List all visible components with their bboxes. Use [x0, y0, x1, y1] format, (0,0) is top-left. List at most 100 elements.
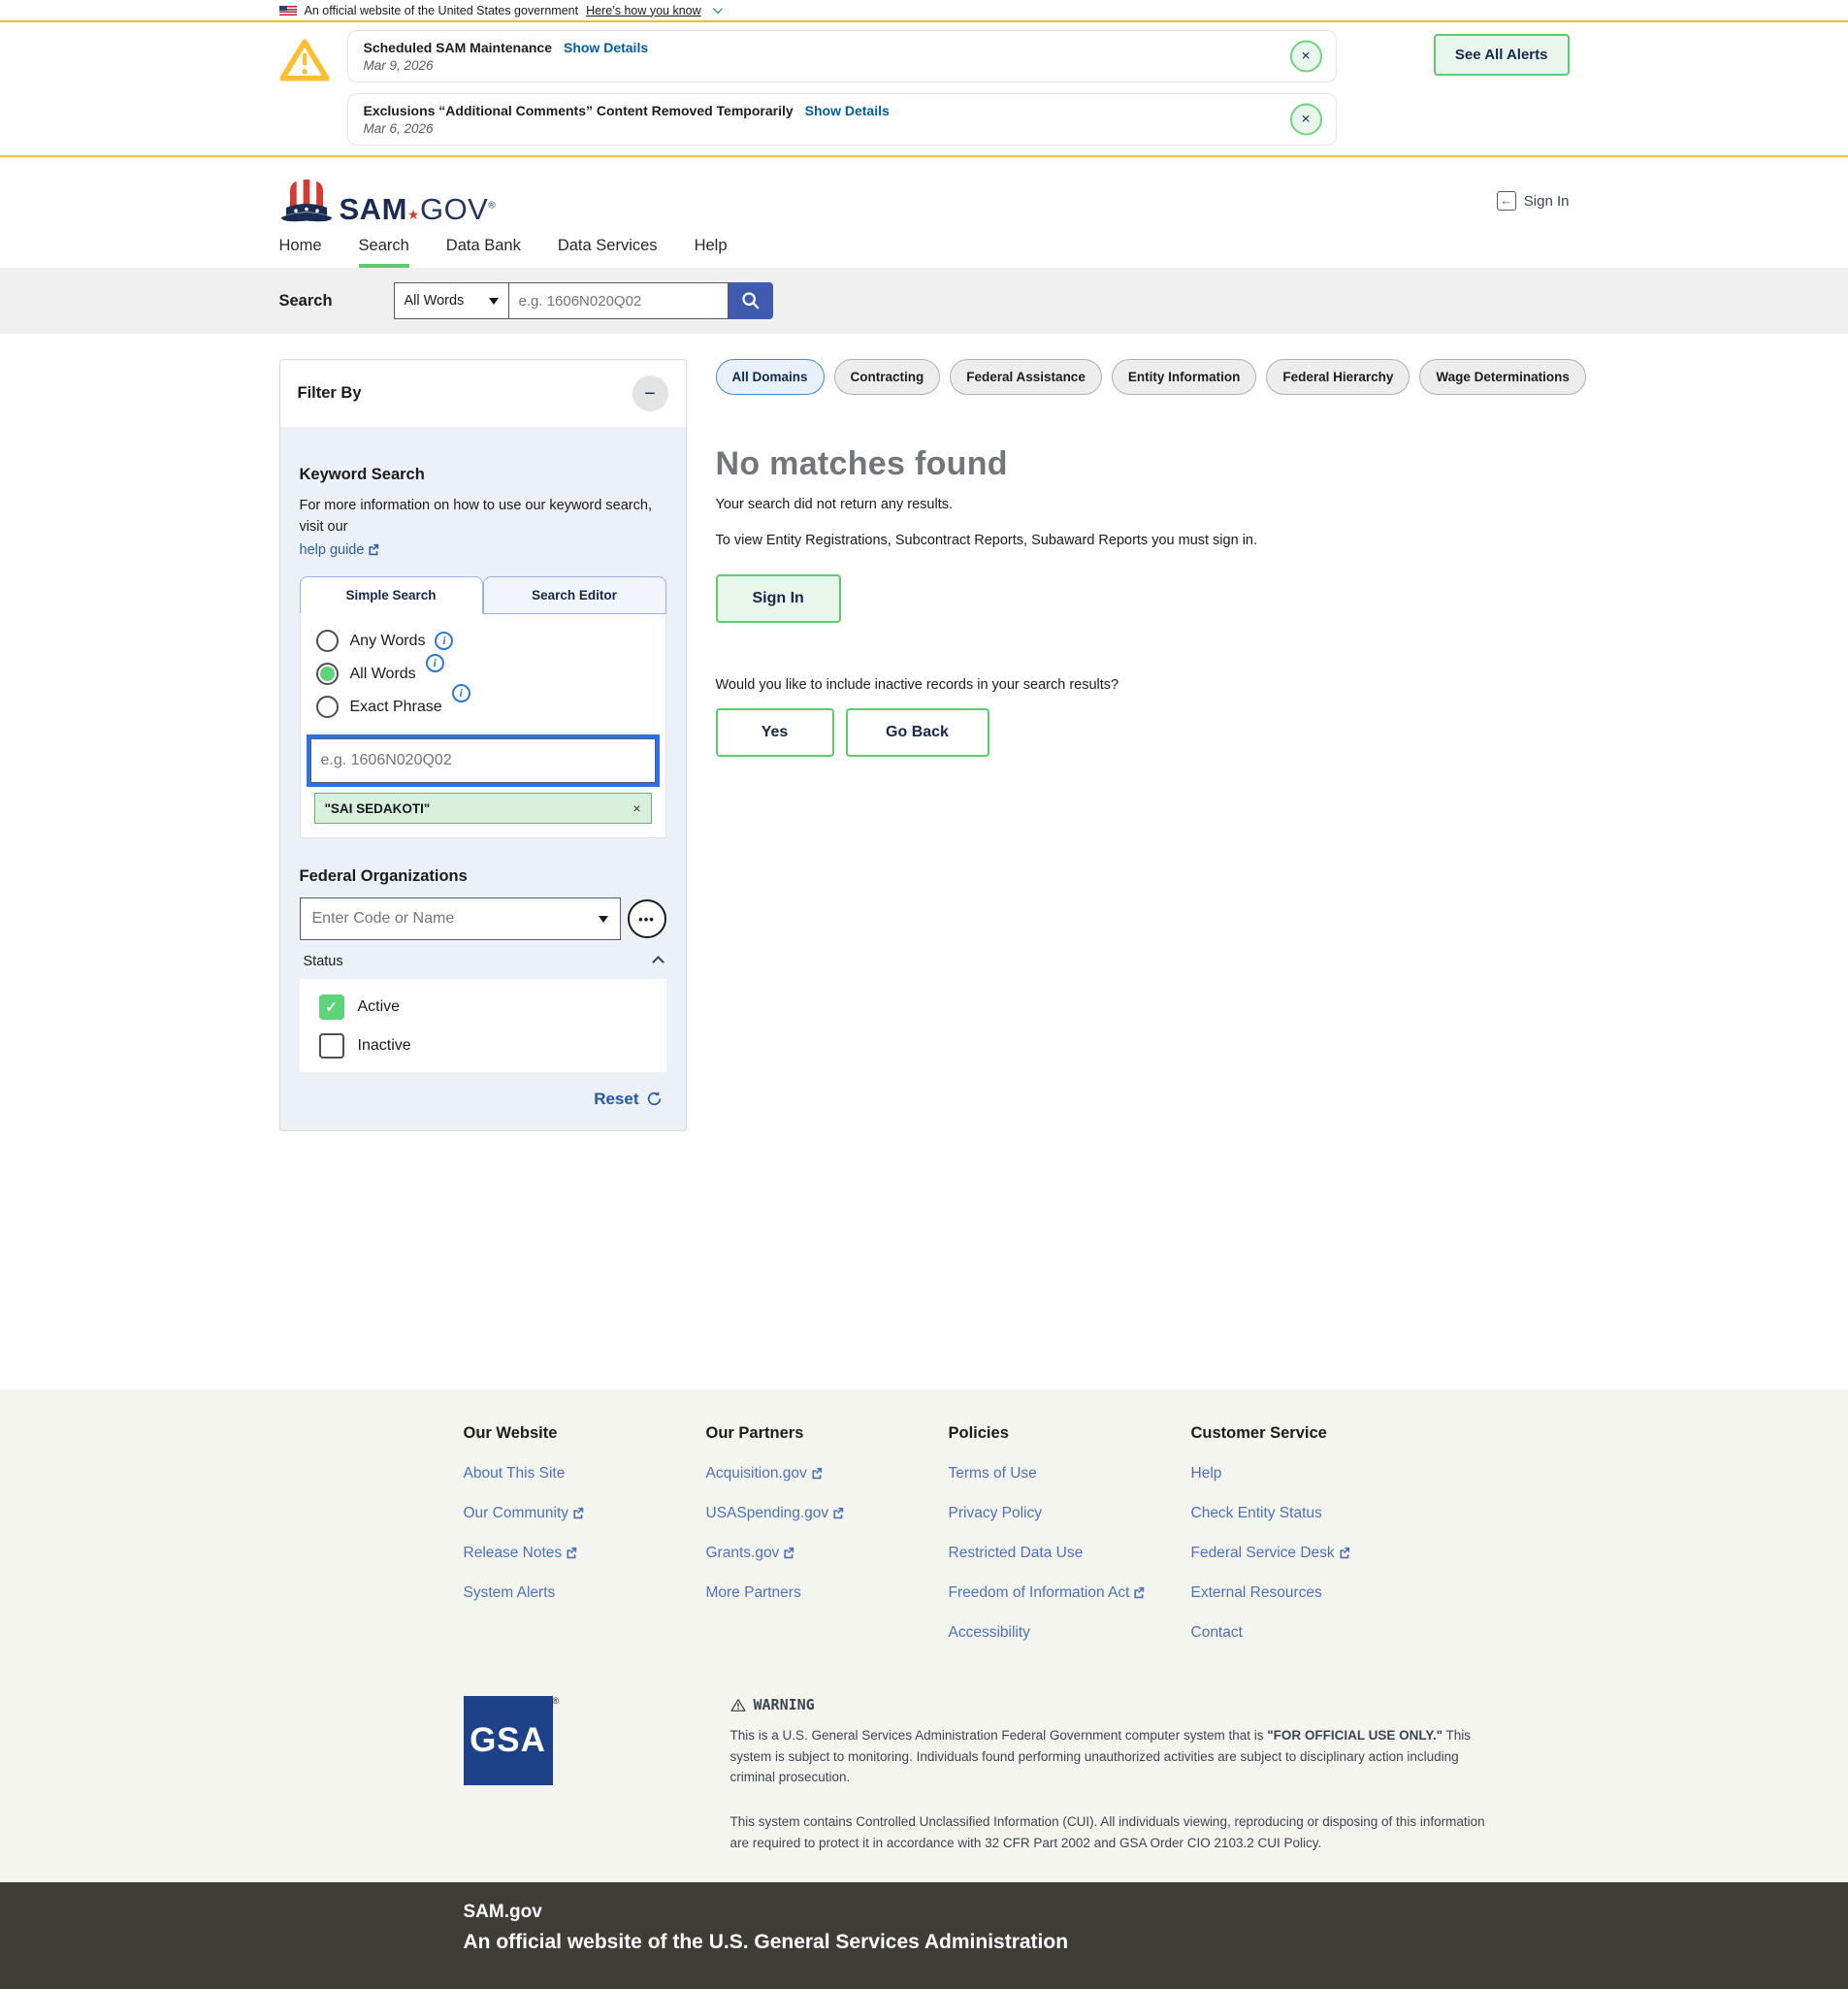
- footer-link[interactable]: Restricted Data Use: [949, 1545, 1084, 1561]
- tab-simple-search[interactable]: Simple Search: [300, 576, 483, 614]
- alert-date: Mar 9, 2026: [364, 58, 1278, 73]
- org-code-select[interactable]: Enter Code or Name: [300, 897, 621, 940]
- checkbox-inactive[interactable]: [319, 1033, 344, 1059]
- keyword-input[interactable]: [310, 738, 656, 783]
- site-footer: Our Website About This Site Our Communit…: [0, 1389, 1848, 1882]
- sign-in-link[interactable]: ← Sign In: [1497, 191, 1570, 211]
- footer-link[interactable]: Federal Service Desk: [1191, 1545, 1350, 1561]
- radio-exact-phrase[interactable]: [316, 696, 339, 718]
- footer-link[interactable]: About This Site: [464, 1465, 566, 1482]
- alert-title: Scheduled SAM Maintenance: [364, 40, 552, 55]
- nav-item-data-bank[interactable]: Data Bank: [446, 237, 521, 268]
- search-mode-value: All Words: [405, 293, 465, 309]
- nav-item-data-services[interactable]: Data Services: [558, 237, 658, 268]
- footer-link[interactable]: USASpending.gov: [706, 1505, 845, 1521]
- alert-card: Exclusions “Additional Comments” Content…: [347, 93, 1337, 146]
- warning-heading: WARNING: [754, 1696, 815, 1713]
- chevron-down-icon: [713, 4, 723, 14]
- help-guide-link[interactable]: help guide: [300, 540, 380, 562]
- footer-link[interactable]: Help: [1191, 1465, 1222, 1482]
- identity-footer: SAM.gov An official website of the U.S. …: [0, 1882, 1848, 1989]
- nav-item-help[interactable]: Help: [695, 237, 728, 268]
- global-search-input[interactable]: [509, 282, 729, 319]
- domain-tabs: All Domains Contracting Federal Assistan…: [716, 359, 1586, 395]
- chevron-up-icon[interactable]: [652, 956, 665, 968]
- search-label: Search: [279, 292, 394, 310]
- footer-link[interactable]: Release Notes: [464, 1545, 578, 1561]
- footer-column-our-partners: Our Partners Acquisition.gov USASpending…: [706, 1424, 949, 1642]
- no-matches-heading: No matches found: [716, 445, 1586, 483]
- footer-column-policies: Policies Terms of Use Privacy Policy Res…: [949, 1424, 1191, 1642]
- footer-site-name: SAM.gov: [464, 1902, 1570, 1923]
- main-nav: Home Search Data Bank Data Services Help: [0, 237, 1848, 268]
- footer-link[interactable]: Accessibility: [949, 1624, 1030, 1641]
- checkbox-active-label: Active: [358, 998, 401, 1016]
- org-more-options-button[interactable]: •••: [628, 899, 666, 938]
- footer-link[interactable]: Privacy Policy: [949, 1505, 1042, 1521]
- footer-link[interactable]: Check Entity Status: [1191, 1505, 1322, 1521]
- remove-tag-button[interactable]: ×: [632, 800, 640, 816]
- domain-tab-federal-assistance[interactable]: Federal Assistance: [950, 359, 1102, 395]
- nav-item-home[interactable]: Home: [279, 237, 322, 268]
- external-link-icon: [571, 1507, 584, 1519]
- domain-tab-wage-determinations[interactable]: Wage Determinations: [1419, 359, 1586, 395]
- alert-card: Scheduled SAM Maintenance Show Details M…: [347, 30, 1337, 82]
- filter-panel: Filter By − Keyword Search For more info…: [279, 359, 687, 1131]
- info-icon[interactable]: i: [452, 684, 470, 702]
- domain-tab-entity-information[interactable]: Entity Information: [1112, 359, 1257, 395]
- footer-site-subtitle: An official website of the U.S. General …: [464, 1931, 1570, 1954]
- external-link-icon: [831, 1507, 844, 1519]
- footer-link[interactable]: Contact: [1191, 1624, 1243, 1641]
- how-you-know-link[interactable]: Here’s how you know: [586, 4, 701, 17]
- refresh-icon: [646, 1091, 663, 1107]
- radio-all-words-label: All Words: [350, 666, 416, 683]
- warning-outline-icon: [730, 1698, 746, 1712]
- warning-triangle-icon: [279, 38, 330, 82]
- yes-button[interactable]: Yes: [716, 708, 834, 757]
- collapse-filters-button[interactable]: −: [632, 375, 668, 411]
- checkbox-active[interactable]: ✓: [319, 994, 344, 1020]
- external-link-icon: [1338, 1547, 1350, 1559]
- nav-item-search[interactable]: Search: [359, 237, 409, 268]
- go-back-button[interactable]: Go Back: [846, 708, 989, 757]
- footer-link[interactable]: System Alerts: [464, 1584, 556, 1601]
- footer-link[interactable]: More Partners: [706, 1584, 801, 1601]
- show-details-link[interactable]: Show Details: [564, 40, 648, 55]
- footer-link[interactable]: Freedom of Information Act: [949, 1584, 1146, 1601]
- footer-link[interactable]: Our Community: [464, 1505, 585, 1521]
- info-icon[interactable]: i: [435, 632, 453, 650]
- info-icon[interactable]: i: [426, 654, 444, 672]
- footer-link[interactable]: Grants.gov: [706, 1545, 795, 1561]
- footer-heading: Our Website: [464, 1424, 706, 1443]
- search-icon: [740, 290, 762, 311]
- domain-tab-federal-hierarchy[interactable]: Federal Hierarchy: [1266, 359, 1410, 395]
- see-all-alerts-button[interactable]: See All Alerts: [1434, 34, 1570, 76]
- search-results: All Domains Contracting Federal Assistan…: [716, 359, 1586, 757]
- search-submit-button[interactable]: [729, 282, 773, 319]
- show-details-link[interactable]: Show Details: [805, 103, 890, 118]
- gsa-registered-mark: ®: [553, 1696, 560, 1706]
- simple-search-box: Any Words i All Words i Exact Phrase i: [300, 614, 666, 838]
- alert-date: Mar 6, 2026: [364, 121, 1278, 136]
- gov-banner-text: An official website of the United States…: [305, 4, 579, 17]
- footer-column-customer-service: Customer Service Help Check Entity Statu…: [1191, 1424, 1434, 1642]
- tab-search-editor[interactable]: Search Editor: [483, 576, 666, 614]
- footer-column-our-website: Our Website About This Site Our Communit…: [464, 1424, 706, 1642]
- sam-gov-logo[interactable]: SAM★GOV®: [279, 175, 497, 227]
- footer-link[interactable]: Acquisition.gov: [706, 1465, 823, 1482]
- footer-link[interactable]: External Resources: [1191, 1584, 1322, 1601]
- external-link-icon: [367, 543, 379, 556]
- radio-any-words[interactable]: [316, 630, 339, 652]
- footer-link[interactable]: Terms of Use: [949, 1465, 1037, 1482]
- radio-all-words[interactable]: [316, 663, 339, 685]
- sign-in-button[interactable]: Sign In: [716, 574, 841, 623]
- domain-tab-contracting[interactable]: Contracting: [834, 359, 941, 395]
- reset-filters-link[interactable]: Reset: [594, 1090, 662, 1108]
- domain-tab-all-domains[interactable]: All Domains: [716, 359, 825, 395]
- gov-banner: An official website of the United States…: [0, 0, 1848, 22]
- search-mode-select[interactable]: All Words: [394, 282, 509, 319]
- alert-close-button[interactable]: ×: [1290, 104, 1322, 136]
- alert-close-button[interactable]: ×: [1290, 41, 1322, 73]
- keyword-tag-chip: "SAI SEDAKOTI" ×: [314, 793, 652, 824]
- keyword-info-text: For more information on how to use our k…: [300, 498, 652, 535]
